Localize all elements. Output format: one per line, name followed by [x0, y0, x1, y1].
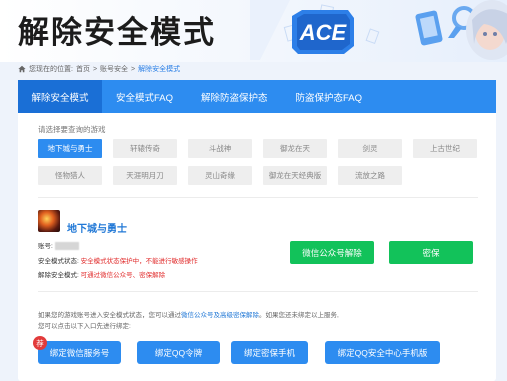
- game-selector: 地下城与勇士 轩辕传奇 斗战神 御龙在天 剑灵 上古世纪 怪物猎人 天涯明月刀 …: [38, 139, 477, 185]
- breadcrumb-account-security[interactable]: 账号安全: [100, 64, 128, 74]
- tab-bar: 解除安全模式 安全模式FAQ 解除防盗保护态 防盗保护态FAQ: [18, 80, 496, 113]
- game-option[interactable]: 怪物猎人: [38, 166, 102, 185]
- status-row: 安全模式状态: 安全模式状态保护中，不能进行敏感操作: [38, 255, 198, 265]
- bind-wechat-button[interactable]: 绑定微信服务号: [38, 341, 121, 364]
- tab-anti-theft-faq[interactable]: 防盗保护态FAQ: [282, 80, 377, 113]
- game-option[interactable]: 斗战神: [188, 139, 252, 158]
- tab-unlock-safe-mode[interactable]: 解除安全模式: [18, 80, 102, 113]
- selected-game-name: 地下城与勇士: [67, 224, 127, 235]
- breadcrumb-separator: >: [131, 65, 136, 73]
- page-title: 解除安全模式: [18, 15, 216, 50]
- breadcrumb-current: 解除安全模式: [138, 66, 181, 73]
- logo-badge: ACE: [292, 10, 354, 54]
- character-illustration: [466, 0, 507, 60]
- bind-qq-mobile-button[interactable]: 绑定QQ安全中心手机版: [325, 341, 440, 364]
- account-label: 账号:: [38, 243, 53, 250]
- binding-note: 如果您的游戏账号进入安全模式状态，您可以通过微信公众号及高级密保解除。如果您还未…: [38, 310, 478, 332]
- note-text: 您可以点击以下入口先进行绑定:: [38, 323, 131, 330]
- unlock-label: 解除安全模式:: [38, 272, 79, 279]
- unlock-value: 可通过微信公众号、密保解除: [80, 272, 166, 279]
- bind-mibao-phone-button[interactable]: 绑定密保手机: [231, 341, 308, 364]
- breadcrumb-separator: >: [92, 65, 98, 73]
- tab-safe-mode-faq[interactable]: 安全模式FAQ: [102, 80, 187, 113]
- account-row: 账号:: [38, 240, 79, 251]
- main-card: 解除安全模式 安全模式FAQ 解除防盗保护态 防盗保护态FAQ 请选择要查询的游…: [18, 80, 496, 381]
- bind-qq-token-button[interactable]: 绑定QQ令牌: [137, 341, 220, 364]
- wechat-unlock-button[interactable]: 微信公众号解除: [290, 241, 374, 264]
- tab-unlock-anti-theft[interactable]: 解除防盗保护态: [187, 80, 282, 113]
- game-option[interactable]: 轩辕传奇: [113, 139, 177, 158]
- mibao-unlock-button[interactable]: 密保: [389, 241, 473, 264]
- divider: [38, 291, 478, 292]
- recommend-badge: 荐: [33, 336, 47, 350]
- game-select-prompt: 请选择要查询的游戏: [38, 125, 106, 134]
- game-logo-icon: [38, 210, 60, 232]
- masked-account-value: [54, 242, 79, 251]
- banner-decoration: ACE: [250, 0, 507, 60]
- game-option[interactable]: 上古世纪: [413, 139, 477, 158]
- game-option[interactable]: 御龙在天经典版: [263, 166, 327, 185]
- note-link[interactable]: 微信公众号及高级密保解除: [181, 312, 259, 319]
- breadcrumb-prefix: 您现在的位置:: [29, 66, 73, 73]
- divider: [38, 197, 478, 198]
- status-value: 安全模式状态保护中，不能进行敏感操作: [80, 258, 198, 265]
- header-banner: ACE 解除安全模式: [0, 0, 507, 62]
- svg-text:ACE: ACE: [299, 20, 348, 45]
- status-label: 安全模式状态:: [38, 258, 79, 265]
- breadcrumb-home[interactable]: 首页: [76, 64, 90, 74]
- note-text: 如果您的游戏账号进入安全模式状态，您可以通过: [38, 312, 181, 319]
- game-option[interactable]: 剑灵: [338, 139, 402, 158]
- breadcrumb: 您现在的位置: 首页 > 账号安全 > 解除安全模式: [18, 64, 180, 74]
- note-text: 。如果您还未绑定以上服务,: [259, 312, 339, 319]
- game-option[interactable]: 地下城与勇士: [38, 139, 102, 158]
- game-option[interactable]: 流放之路: [338, 166, 402, 185]
- unlock-row: 解除安全模式: 可通过微信公众号、密保解除: [38, 269, 165, 279]
- game-option[interactable]: 灵山奇缘: [188, 166, 252, 185]
- game-option[interactable]: 御龙在天: [263, 139, 327, 158]
- game-option[interactable]: 天涯明月刀: [113, 166, 177, 185]
- home-icon: [18, 65, 26, 73]
